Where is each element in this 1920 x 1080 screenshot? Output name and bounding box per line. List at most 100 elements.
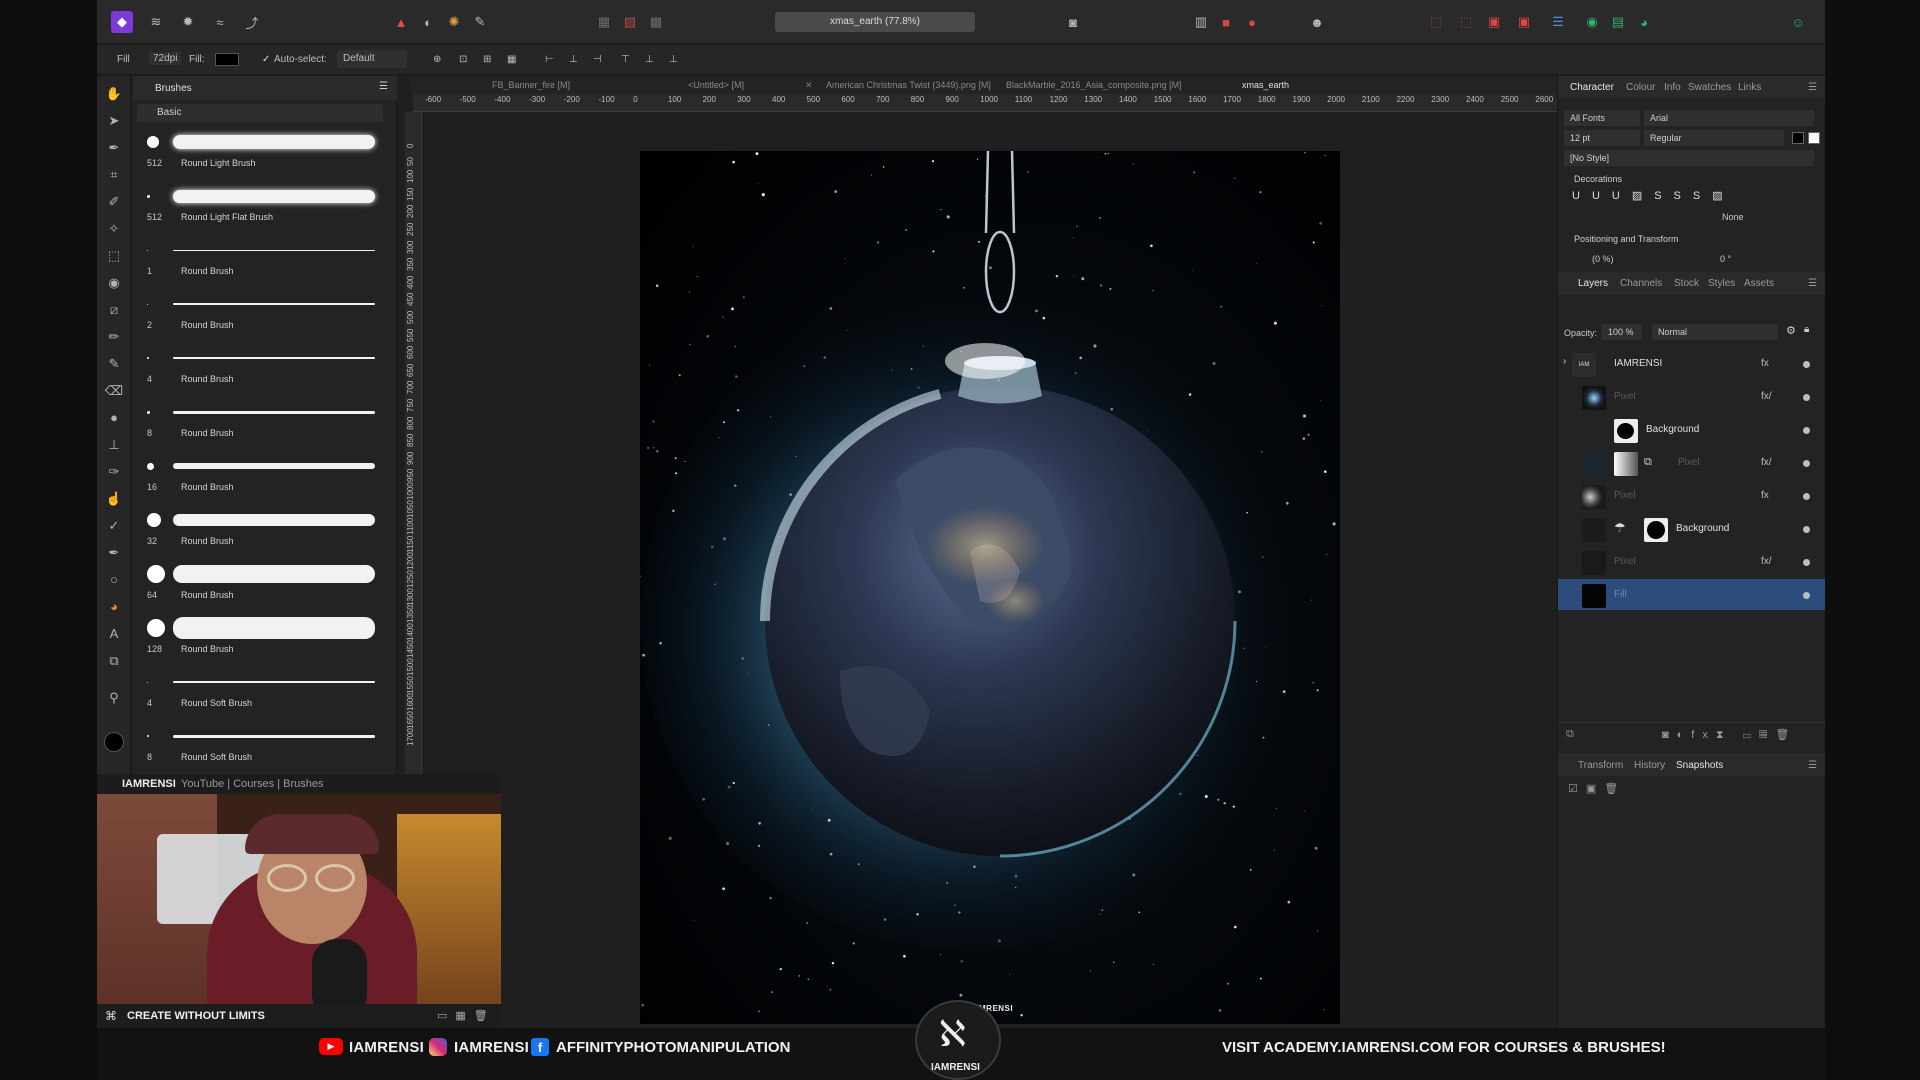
font-style-dropdown[interactable]: Regular <box>1644 130 1784 146</box>
font-collection-dropdown[interactable]: All Fonts <box>1564 110 1640 126</box>
layer-row[interactable]: Pixel fx <box>1558 480 1825 512</box>
align-bottom-icon[interactable]: ⊥ <box>669 54 678 65</box>
crop-tool-icon[interactable]: ⌗ <box>104 165 124 185</box>
view-mode-icon[interactable]: ☻ <box>1306 11 1328 33</box>
autoselect-dropdown[interactable]: Default <box>337 50 407 68</box>
align-top-icon[interactable]: ⊤ <box>621 54 630 65</box>
opacity-field[interactable]: 100 % <box>1602 324 1642 340</box>
lock-icon[interactable]: 🔒︎ <box>1804 324 1809 335</box>
arrange-forward-icon[interactable]: ⬚ <box>1455 11 1477 33</box>
app-logo-icon[interactable]: ◆ <box>111 11 133 33</box>
distribute-icon[interactable]: ⊞ <box>483 54 491 65</box>
paragraph-style-dropdown[interactable]: [No Style] <box>1564 150 1814 166</box>
brush-item[interactable]: 512 Round Light Flat Brush <box>137 182 383 234</box>
duplicate-icon[interactable]: ▤ <box>1607 11 1629 33</box>
layer-name[interactable]: Pixel <box>1614 490 1636 501</box>
layer-row[interactable]: Pixel fx/ <box>1558 546 1825 578</box>
tab-colour[interactable]: Colour <box>1626 82 1655 93</box>
quick-mask-icon[interactable]: ◙ <box>1062 11 1084 33</box>
layer-name[interactable]: IAMRENSI <box>1614 358 1662 369</box>
dpi-field[interactable]: 72dpi <box>149 52 182 65</box>
erase-brush-icon[interactable]: ⌫ <box>104 381 124 401</box>
shape-tool-icon[interactable]: ◕ <box>104 597 124 617</box>
decoration-buttons[interactable]: UUU▨SSS▨ <box>1572 189 1735 202</box>
tab-history[interactable]: History <box>1634 760 1665 771</box>
tone-mapping-persona-icon[interactable]: ≈ <box>209 11 231 33</box>
layer-name[interactable]: Pixel <box>1678 457 1700 468</box>
visibility-dot[interactable] <box>1803 361 1810 368</box>
autoselect-check-icon[interactable]: ✓ <box>262 54 270 65</box>
liquify-persona-icon[interactable]: ≋ <box>145 11 167 33</box>
visibility-dot[interactable] <box>1803 592 1810 599</box>
skew-field[interactable]: 0 ° <box>1720 254 1731 264</box>
selection-brush-icon[interactable]: ✐ <box>104 192 124 212</box>
visibility-dot[interactable] <box>1803 460 1810 467</box>
expand-chevron-icon[interactable]: › <box>1563 356 1566 367</box>
tab-blackmarble[interactable]: BlackMarble_2016_Asia_composite.png [M] <box>1006 80 1182 90</box>
layer-row[interactable]: › IAM IAMRENSI fx <box>1558 348 1825 380</box>
layer-name[interactable]: Pixel <box>1614 391 1636 402</box>
color-wheel-icon[interactable]: ✺ <box>443 11 465 33</box>
font-family-dropdown[interactable]: Arial <box>1644 110 1814 126</box>
layer-name[interactable]: Background <box>1676 523 1729 534</box>
mesh-warp-icon[interactable]: ⧉ <box>104 651 124 671</box>
text-tool-icon[interactable]: A <box>104 624 124 644</box>
color-swatch[interactable] <box>104 732 124 752</box>
layer-name[interactable]: Pixel <box>1614 556 1636 567</box>
brush-preferences-icon[interactable]: ✎ <box>469 11 491 33</box>
brush-item[interactable]: 8 Round Soft Brush <box>137 722 383 774</box>
align-icon[interactable]: ☰ <box>1547 11 1569 33</box>
brush-category-dropdown[interactable]: Basic <box>137 104 383 122</box>
brush-item[interactable]: 4 Round Brush <box>137 344 383 396</box>
adjustment-icon[interactable]: ◐ <box>417 11 439 33</box>
text-bg-swatch[interactable] <box>1808 132 1820 144</box>
dodge-tool-icon[interactable]: ● <box>104 408 124 428</box>
visibility-dot[interactable] <box>1803 493 1810 500</box>
paint-brush-icon[interactable]: ✏ <box>104 327 124 347</box>
link-icon[interactable]: ◕ <box>1633 11 1655 33</box>
show-bounding-icon[interactable]: ⊡ <box>459 54 467 65</box>
arrange-back-icon[interactable]: ⬚ <box>1425 11 1447 33</box>
tab-links[interactable]: Links <box>1738 82 1761 93</box>
layer-row[interactable]: Background <box>1558 414 1825 446</box>
brush-item[interactable]: 128 Round Brush <box>137 614 383 666</box>
flood-select-icon[interactable]: ✧ <box>104 219 124 239</box>
fx-icon[interactable]: fx/ <box>1761 556 1772 567</box>
fill-swatch[interactable] <box>215 53 239 66</box>
tab-snapshots[interactable]: Snapshots <box>1676 760 1723 771</box>
transform-origin-icon[interactable]: ⊕ <box>433 54 441 65</box>
blur-tool-icon[interactable]: ✑ <box>104 462 124 482</box>
tab-info[interactable]: Info <box>1664 82 1681 93</box>
brushes-title[interactable]: Brushes <box>155 83 192 94</box>
layer-row-selected[interactable]: Fill <box>1558 579 1825 611</box>
layer-actions-right[interactable]: ◙◐fx⧗ ▭▦🗑︎ <box>1662 728 1797 742</box>
visibility-dot[interactable] <box>1803 427 1810 434</box>
invert-selection-icon[interactable]: ▩ <box>645 11 667 33</box>
tab-channels[interactable]: Channels <box>1620 278 1662 289</box>
align-left-icon[interactable]: ⊢ <box>545 54 554 65</box>
inpainting-tool-icon[interactable]: ✓ <box>104 516 124 536</box>
ellipse-tool-icon[interactable]: ○ <box>104 570 124 590</box>
facebook-handle[interactable]: AFFINITYPHOTOMANIPULATION <box>556 1039 790 1056</box>
text-color-swatch[interactable] <box>1792 132 1804 144</box>
align-center-icon[interactable]: ⊥ <box>569 54 578 65</box>
brush-item[interactable]: 4 Round Soft Brush <box>137 668 383 720</box>
tab-character[interactable]: Character <box>1570 82 1614 93</box>
tab-layers[interactable]: Layers <box>1578 278 1608 289</box>
snapping-icon[interactable]: ● <box>1241 11 1263 33</box>
smudge-tool-icon[interactable]: ☝ <box>104 489 124 509</box>
macro-icon[interactable]: ▲ <box>390 11 412 33</box>
document-canvas[interactable]: IAMRENSI <box>640 151 1340 1024</box>
youtube-handle[interactable]: IAMRENSI <box>349 1039 424 1056</box>
tab-swatches[interactable]: Swatches <box>1688 82 1731 93</box>
boolean-subtract-icon[interactable]: ▣ <box>1513 11 1535 33</box>
brush-item[interactable]: 32 Round Brush <box>137 506 383 558</box>
fx-icon[interactable]: fx <box>1761 358 1769 369</box>
font-size-field[interactable]: 12 pt <box>1564 130 1640 146</box>
grid-icon[interactable]: ▦ <box>507 54 516 65</box>
panel-menu-icon[interactable]: ☰ <box>379 81 388 92</box>
brush-item[interactable]: 2 Round Brush <box>137 290 383 342</box>
move-tool-icon[interactable]: ➤ <box>104 111 124 131</box>
record-icon[interactable]: ■ <box>1215 11 1237 33</box>
tab-stock[interactable]: Stock <box>1674 278 1699 289</box>
